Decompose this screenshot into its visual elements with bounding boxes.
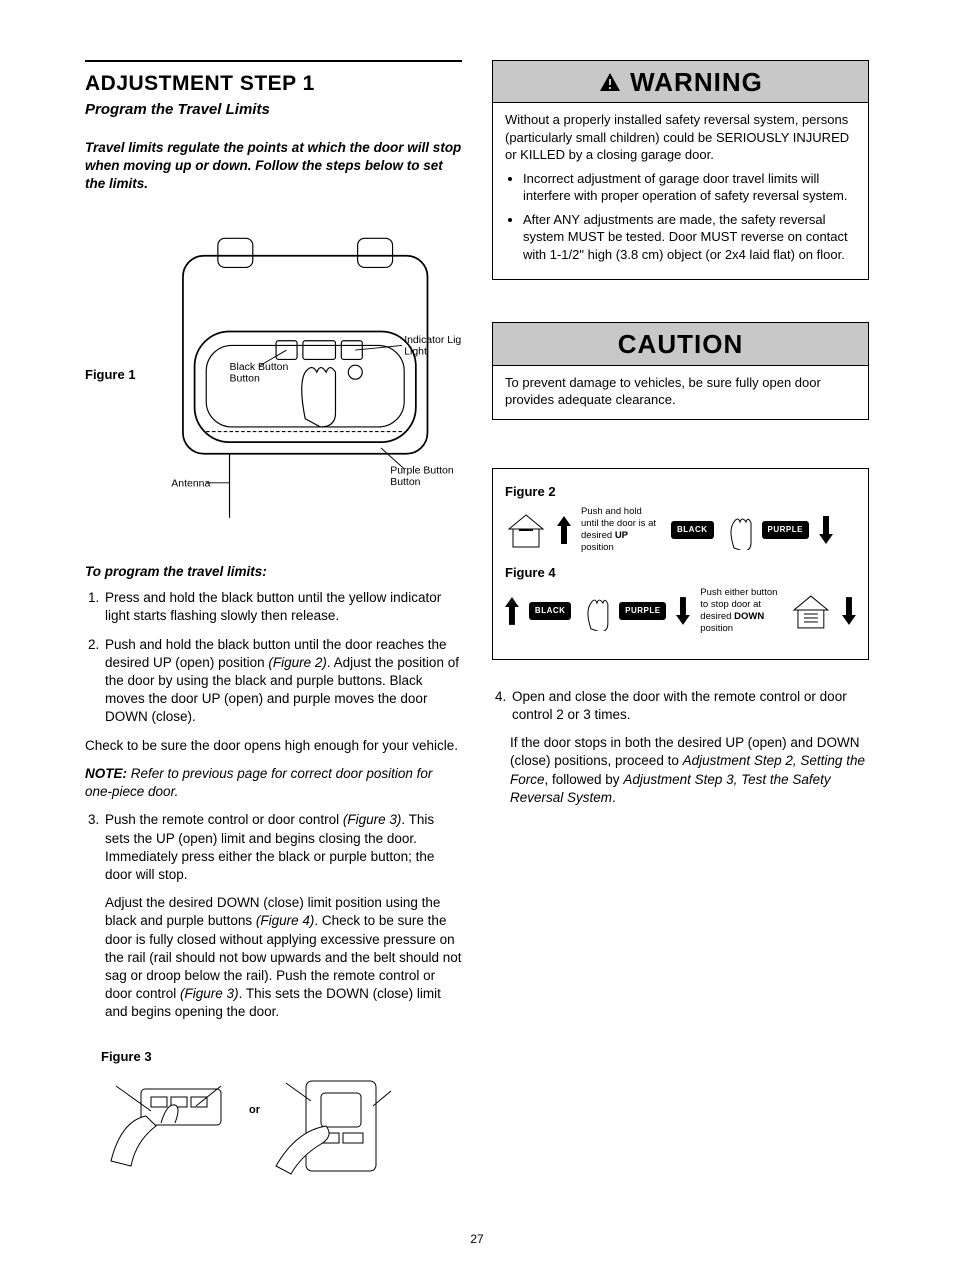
hand-press-icon	[581, 591, 609, 631]
step-3: Push the remote control or door control …	[103, 811, 462, 1021]
arrow-up-icon	[557, 516, 571, 544]
arrow-down-solid-icon	[842, 597, 856, 625]
figure-3-label: Figure 3	[101, 1048, 462, 1066]
step-1: Press and hold the black button until th…	[103, 589, 462, 625]
figure-4-label: Figure 4	[505, 564, 856, 582]
step-subtitle: Program the Travel Limits	[85, 100, 462, 120]
figure-1-label: Figure 1	[85, 366, 136, 384]
intro-text: Travel limits regulate the points at whi…	[85, 139, 462, 194]
figure-1-row: Figure 1	[85, 215, 462, 535]
caution-header: CAUTION	[493, 323, 868, 365]
figure-4-text: Push either button to stop door at desir…	[700, 587, 780, 635]
warning-bullet-2: After ANY adjustments are made, the safe…	[523, 211, 856, 264]
figure-2-label: Figure 2	[505, 483, 856, 501]
step-4-list: Open and close the door with the remote …	[492, 688, 869, 724]
svg-text:Indicator Light: Indicator Light	[404, 335, 462, 346]
step-4: Open and close the door with the remote …	[510, 688, 869, 724]
figure-1-illustration: Black Button Button Indicator Light Ligh…	[148, 215, 462, 529]
warning-icon	[598, 71, 622, 95]
black-button-pill: BLACK	[671, 521, 714, 540]
steps-list: Press and hold the black button until th…	[85, 589, 462, 727]
left-column: ADJUSTMENT STEP 1 Program the Travel Lim…	[85, 60, 462, 1191]
black-button-pill: BLACK	[529, 602, 571, 621]
figure-3-wrap: Figure 3 or	[101, 1048, 462, 1192]
caution-box: CAUTION To prevent damage to vehicles, b…	[492, 322, 869, 419]
page-number: 27	[85, 1231, 869, 1247]
program-header: To program the travel limits:	[85, 563, 462, 581]
warning-bullet-1: Incorrect adjustment of garage door trav…	[523, 170, 856, 205]
after-step-4: If the door stops in both the desired UP…	[510, 734, 869, 807]
house-open-icon	[505, 509, 547, 551]
svg-text:Button: Button	[229, 374, 259, 385]
figure-2-4-box: Figure 2 Push and hold until the door is…	[492, 468, 869, 660]
purple-button-pill: PURPLE	[619, 602, 666, 621]
svg-text:Button: Button	[390, 477, 420, 488]
check-line: Check to be sure the door opens high eno…	[85, 737, 462, 755]
figure-2-text: Push and hold until the door is at desir…	[581, 506, 661, 554]
purple-button-pill: PURPLE	[762, 521, 809, 540]
svg-text:Light: Light	[404, 347, 427, 358]
svg-text:Purple Button: Purple Button	[390, 466, 454, 477]
svg-text:Black Button: Black Button	[229, 362, 288, 373]
figure-3-illustration: or	[101, 1071, 401, 1186]
warning-body: Without a properly installed safety reve…	[493, 103, 868, 279]
warning-title: WARNING	[630, 65, 763, 100]
arrow-down-icon	[676, 597, 690, 625]
hand-press-icon	[724, 510, 752, 550]
note-block: NOTE: Refer to previous page for correct…	[85, 765, 462, 801]
step-2: Push and hold the black button until the…	[103, 636, 462, 727]
warning-header: WARNING	[493, 61, 868, 103]
right-column: WARNING Without a properly installed saf…	[492, 60, 869, 1191]
svg-text:Antenna: Antenna	[171, 479, 210, 490]
figure-4-row: BLACK PURPLE Push either button to stop …	[505, 587, 856, 635]
arrow-up-icon	[505, 597, 519, 625]
svg-text:or: or	[249, 1104, 261, 1116]
caution-title: CAUTION	[618, 327, 743, 362]
steps-list-3: Push the remote control or door control …	[85, 811, 462, 1021]
figure-2-row: Push and hold until the door is at desir…	[505, 506, 856, 554]
caution-body: To prevent damage to vehicles, be sure f…	[493, 366, 868, 419]
step-heading: ADJUSTMENT STEP 1	[85, 70, 462, 98]
house-closed-icon	[790, 590, 832, 632]
arrow-down-icon	[819, 516, 833, 544]
warning-box: WARNING Without a properly installed saf…	[492, 60, 869, 280]
